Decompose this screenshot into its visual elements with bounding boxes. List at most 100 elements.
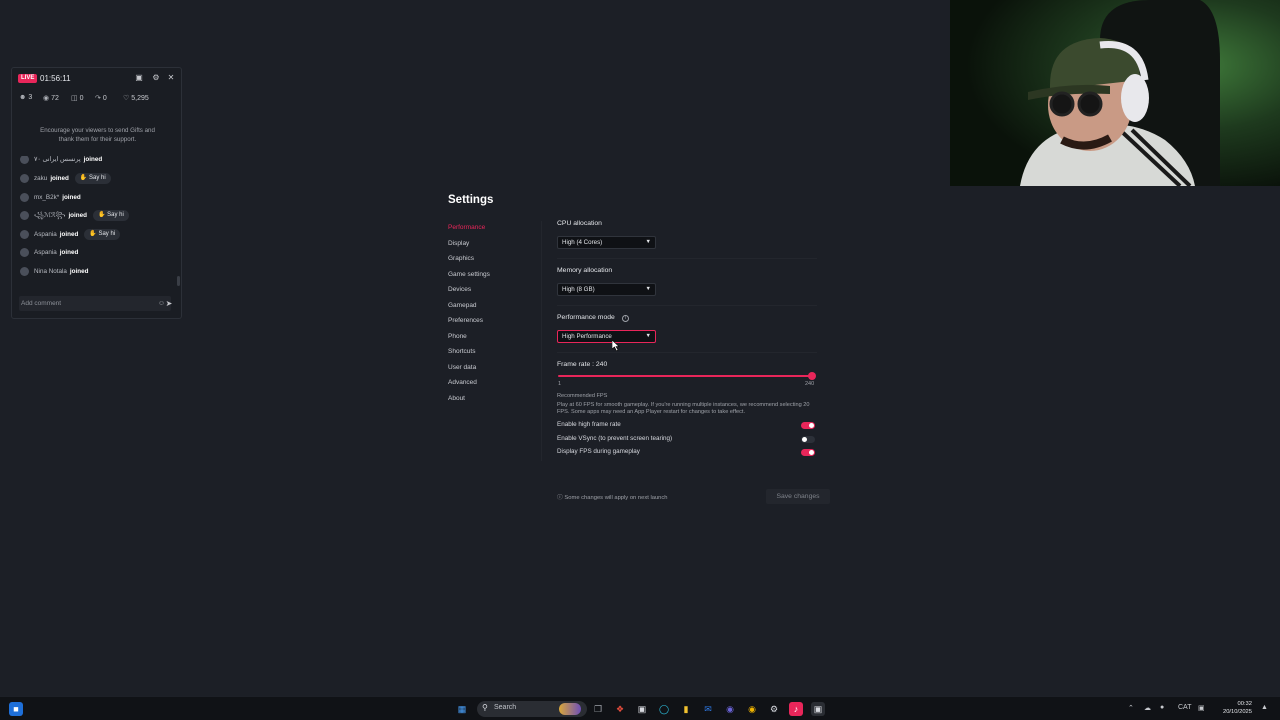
avatar xyxy=(20,266,29,276)
search-label: Search xyxy=(494,704,517,711)
nav-item-shortcuts[interactable]: Shortcuts xyxy=(448,348,475,355)
users-icon: ☻ xyxy=(19,94,27,101)
lock-icon[interactable]: ▣ xyxy=(134,73,144,83)
store-icon[interactable]: ▣ xyxy=(635,702,649,716)
cpu-allocation-select[interactable]: High (4 Cores) ▼ xyxy=(557,236,656,249)
display-fps-toggle[interactable] xyxy=(801,449,815,456)
toggle-knob xyxy=(809,423,814,428)
file-explorer-icon[interactable]: ▮ xyxy=(679,702,693,716)
divider xyxy=(557,258,817,259)
widgets-icon[interactable]: ■ xyxy=(9,702,23,716)
nav-item-preferences[interactable]: Preferences xyxy=(448,317,483,324)
recommended-fps-title: Recommended FPS xyxy=(557,393,608,399)
settings-app-icon[interactable]: ⚙ xyxy=(767,702,781,716)
live-stream-panel: LIVE 01:56:11 ▣ ⚙ ✕ ☻ 3 ◉ 72 ◫ 0 ↷ 0 ♡ 5,295 … xyxy=(11,67,182,319)
vsync-label: Enable VSync (to prevent screen tearing) xyxy=(557,435,673,442)
live-stats: ☻ 3 ◉ 72 ◫ 0 ↷ 0 ♡ 5,295 xyxy=(19,94,179,104)
vsync-toggle[interactable] xyxy=(801,436,815,443)
page-title: Settings xyxy=(448,194,494,206)
microphone-icon[interactable]: ● xyxy=(1160,704,1164,711)
chat-scrollbar[interactable] xyxy=(177,276,180,286)
info-icon[interactable]: i xyxy=(622,315,629,322)
cpu-allocation-value: High (4 Cores) xyxy=(562,239,603,246)
cloud-icon[interactable]: ☁ xyxy=(1144,704,1151,712)
chat-item: mx_B2k* joined xyxy=(20,192,81,204)
app-player-icon[interactable]: ▣ xyxy=(811,702,825,716)
network-icon[interactable]: ▣ xyxy=(1198,704,1205,712)
avatar xyxy=(20,174,29,183)
chevron-up-icon[interactable]: ⌃ xyxy=(1128,704,1134,712)
app-icon[interactable]: ❖ xyxy=(613,702,627,716)
chevron-down-icon: ▼ xyxy=(645,286,651,292)
memory-allocation-select[interactable]: High (8 GB) ▼ xyxy=(557,283,656,296)
gift-icon: ◫ xyxy=(71,95,78,102)
mouse-cursor-icon xyxy=(612,340,620,351)
nav-item-about[interactable]: About xyxy=(448,395,465,402)
desktop: LIVE 01:56:11 ▣ ⚙ ✕ ☻ 3 ◉ 72 ◫ 0 ↷ 0 ♡ 5,295 … xyxy=(0,0,1280,720)
nav-item-user-data[interactable]: User data xyxy=(448,364,476,371)
memory-allocation-value: High (8 GB) xyxy=(562,286,595,293)
tiktok-live-icon[interactable]: ♪ xyxy=(789,702,803,716)
avatar xyxy=(20,247,29,257)
recommended-fps-text: Play at 60 FPS for smooth gameplay. If y… xyxy=(557,402,810,415)
avatar xyxy=(20,192,29,202)
windows-start-icon[interactable]: ▦ xyxy=(455,702,469,716)
memory-allocation-label: Memory allocation xyxy=(557,267,613,274)
chat-item: Aspania joined ✋ Say hi xyxy=(20,229,121,241)
stat-shares: ↷ 0 xyxy=(95,95,107,102)
say-hi-button[interactable]: ✋ Say hi xyxy=(84,229,121,240)
share-icon: ↷ xyxy=(95,95,101,102)
task-view-icon[interactable]: ❐ xyxy=(591,702,605,716)
chat-list: پرنسس ایرانی ۷۰ joined zaku joined ✋ Say hi… xyxy=(12,156,182,280)
say-hi-button[interactable]: ✋ Say hi xyxy=(92,210,129,221)
nav-item-phone[interactable]: Phone xyxy=(448,333,467,340)
chat-item: zaku joined ✋ Say hi xyxy=(20,173,111,185)
nav-item-graphics[interactable]: Graphics xyxy=(448,255,474,262)
taskbar-search[interactable]: ⚲ Search xyxy=(477,701,587,717)
nav-item-performance[interactable]: Performance xyxy=(448,224,485,231)
restart-note: ⓘ Some changes will apply on next launch xyxy=(557,495,668,501)
gear-icon[interactable]: ⚙ xyxy=(151,73,161,83)
comment-input[interactable] xyxy=(19,296,149,311)
webcam-image xyxy=(950,0,1280,186)
frame-rate-label: Frame rate : 240 xyxy=(557,361,608,368)
eye-icon: ◉ xyxy=(43,95,50,102)
taskbar: ■ ▦ ⚲ Search ❐ ❖ ▣ ◯ ▮ ✉ ◉ ◉ ⚙ ♪ ▣ ⌃ ☁ ●… xyxy=(0,696,1280,720)
heart-icon: ♡ xyxy=(123,95,130,102)
live-timer: 01:56:11 xyxy=(40,74,71,83)
stat-users: ☻ 3 xyxy=(19,94,33,101)
nav-item-advanced[interactable]: Advanced xyxy=(448,379,477,386)
search-icon: ⚲ xyxy=(482,703,488,712)
stat-viewers: ◉ 72 xyxy=(43,95,59,102)
chrome-icon[interactable]: ◉ xyxy=(745,702,759,716)
divider xyxy=(557,352,817,353)
teams-icon[interactable]: ◉ xyxy=(723,702,737,716)
save-changes-button[interactable]: Save changes xyxy=(766,489,830,504)
comment-box: ☺ xyxy=(19,296,171,311)
toggle-knob xyxy=(802,437,807,442)
chevron-down-icon: ▼ xyxy=(645,239,651,245)
search-highlight-icon xyxy=(559,703,581,715)
frame-rate-slider-track[interactable] xyxy=(558,375,812,377)
nav-item-game-settings[interactable]: Game settings xyxy=(448,271,490,278)
chat-item: پرنسس ایرانی ۷۰ joined xyxy=(20,156,102,166)
performance-mode-select[interactable]: High Performance ▼ xyxy=(557,330,656,343)
frame-rate-slider-thumb[interactable] xyxy=(808,372,816,380)
send-icon[interactable]: ➤ xyxy=(164,299,174,309)
outlook-icon[interactable]: ✉ xyxy=(701,702,715,716)
notification-icon[interactable]: ▲ xyxy=(1261,704,1268,711)
divider xyxy=(557,305,817,306)
nav-item-gamepad[interactable]: Gamepad xyxy=(448,302,477,309)
webcam-feed xyxy=(950,0,1280,186)
high-frame-rate-toggle[interactable] xyxy=(801,422,815,429)
close-icon[interactable]: ✕ xyxy=(166,73,176,83)
edge-icon[interactable]: ◯ xyxy=(657,702,671,716)
taskbar-clock[interactable]: 00:32 20/10/2025 xyxy=(1212,700,1252,716)
say-hi-button[interactable]: ✋ Say hi xyxy=(74,173,111,184)
nav-item-devices[interactable]: Devices xyxy=(448,286,471,293)
display-fps-label: Display FPS during gameplay xyxy=(557,448,640,455)
stat-gifts: ◫ 0 xyxy=(71,95,84,102)
nav-item-display[interactable]: Display xyxy=(448,240,469,247)
language-indicator[interactable]: CAT xyxy=(1178,704,1191,711)
avatar xyxy=(20,230,29,239)
